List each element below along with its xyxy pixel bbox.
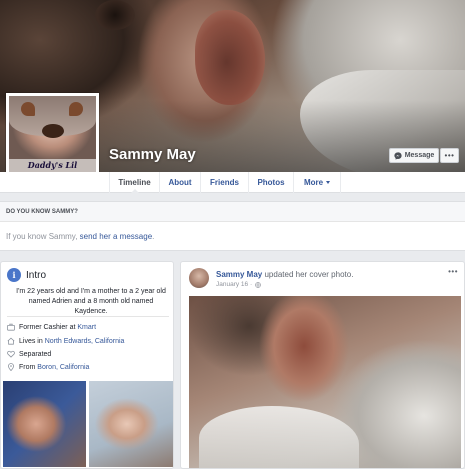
dog-nose-filter — [42, 124, 64, 138]
chevron-down-icon — [326, 181, 331, 184]
globe-icon — [255, 281, 261, 288]
intro-work-prefix: Former Cashier at — [19, 323, 78, 331]
tab-about[interactable]: About — [159, 172, 200, 193]
dog-ear-filter — [21, 102, 35, 116]
from-link[interactable]: Boron, California — [37, 364, 89, 371]
post-author-link[interactable]: Sammy May — [216, 270, 262, 279]
divider — [7, 316, 169, 317]
post-image[interactable] — [189, 296, 461, 468]
message-button[interactable]: Message — [389, 148, 439, 163]
location-pin-icon — [8, 363, 14, 371]
briefcase-icon — [7, 323, 15, 331]
message-button-label: Message — [404, 152, 435, 159]
intro-lives: Lives in North Edwards, California — [7, 335, 124, 347]
do-you-know-heading: DO YOU KNOW SAMMY? — [0, 202, 465, 222]
tab-friends[interactable]: Friends — [200, 172, 248, 193]
heart-icon — [7, 350, 15, 358]
intro-from: From Boron, California — [7, 361, 89, 373]
intro-lives-prefix: Lives in — [19, 337, 45, 345]
tab-more-label: More — [303, 178, 324, 187]
info-icon: i — [7, 268, 21, 282]
intro-relationship-text: Separated — [19, 350, 52, 358]
post-action-text: updated her cover photo. — [262, 270, 354, 279]
do-you-know-prefix: If you know Sammy, — [6, 232, 80, 241]
post-date[interactable]: January 16 · — [216, 281, 252, 288]
dog-ear-filter — [69, 102, 83, 116]
avatar[interactable] — [189, 268, 209, 288]
intro-bio: I'm 22 years old and I'm a mother to a 2… — [16, 288, 166, 315]
work-link[interactable]: Kmart — [77, 324, 96, 331]
post-meta: January 16 · — [216, 281, 261, 288]
post-image-detail — [199, 406, 359, 468]
intro-header: i Intro — [7, 268, 46, 282]
tab-photos[interactable]: Photos — [248, 172, 293, 193]
intro-relationship: Separated — [7, 348, 51, 360]
timeline-post: Sammy May updated her cover photo. Janua… — [180, 261, 465, 469]
messenger-icon — [394, 151, 402, 160]
photo-thumbnail[interactable] — [88, 380, 173, 468]
do-you-know-text: If you know Sammy, send her a message. — [6, 232, 154, 241]
tab-timeline[interactable]: Timeline — [109, 172, 159, 193]
post-options-button[interactable]: ••• — [448, 267, 458, 276]
send-message-link[interactable]: send her a message — [80, 232, 153, 241]
profile-picture-image: Daddy's Lil Monster — [9, 96, 96, 183]
lives-link[interactable]: North Edwards, California — [45, 338, 125, 345]
profile-name[interactable]: Sammy May — [109, 146, 196, 163]
intro-from-prefix: From — [19, 363, 38, 371]
cover-photo-detail — [95, 0, 135, 30]
intro-work: Former Cashier at Kmart — [7, 321, 96, 333]
profile-more-button[interactable]: ••• — [440, 148, 459, 163]
home-icon — [7, 337, 15, 345]
do-you-know-box: DO YOU KNOW SAMMY? If you know Sammy, se… — [0, 201, 465, 251]
photo-thumbnail[interactable] — [2, 380, 87, 468]
intro-title: Intro — [26, 269, 47, 281]
intro-card: i Intro I'm 22 years old and I'm a mothe… — [0, 261, 174, 469]
post-headline: Sammy May updated her cover photo. — [216, 270, 353, 279]
profile-nav: Timeline About Friends Photos More — [0, 172, 465, 193]
tab-more[interactable]: More — [293, 172, 341, 193]
do-you-know-suffix: . — [152, 232, 155, 241]
cover-photo-detail — [195, 10, 265, 105]
